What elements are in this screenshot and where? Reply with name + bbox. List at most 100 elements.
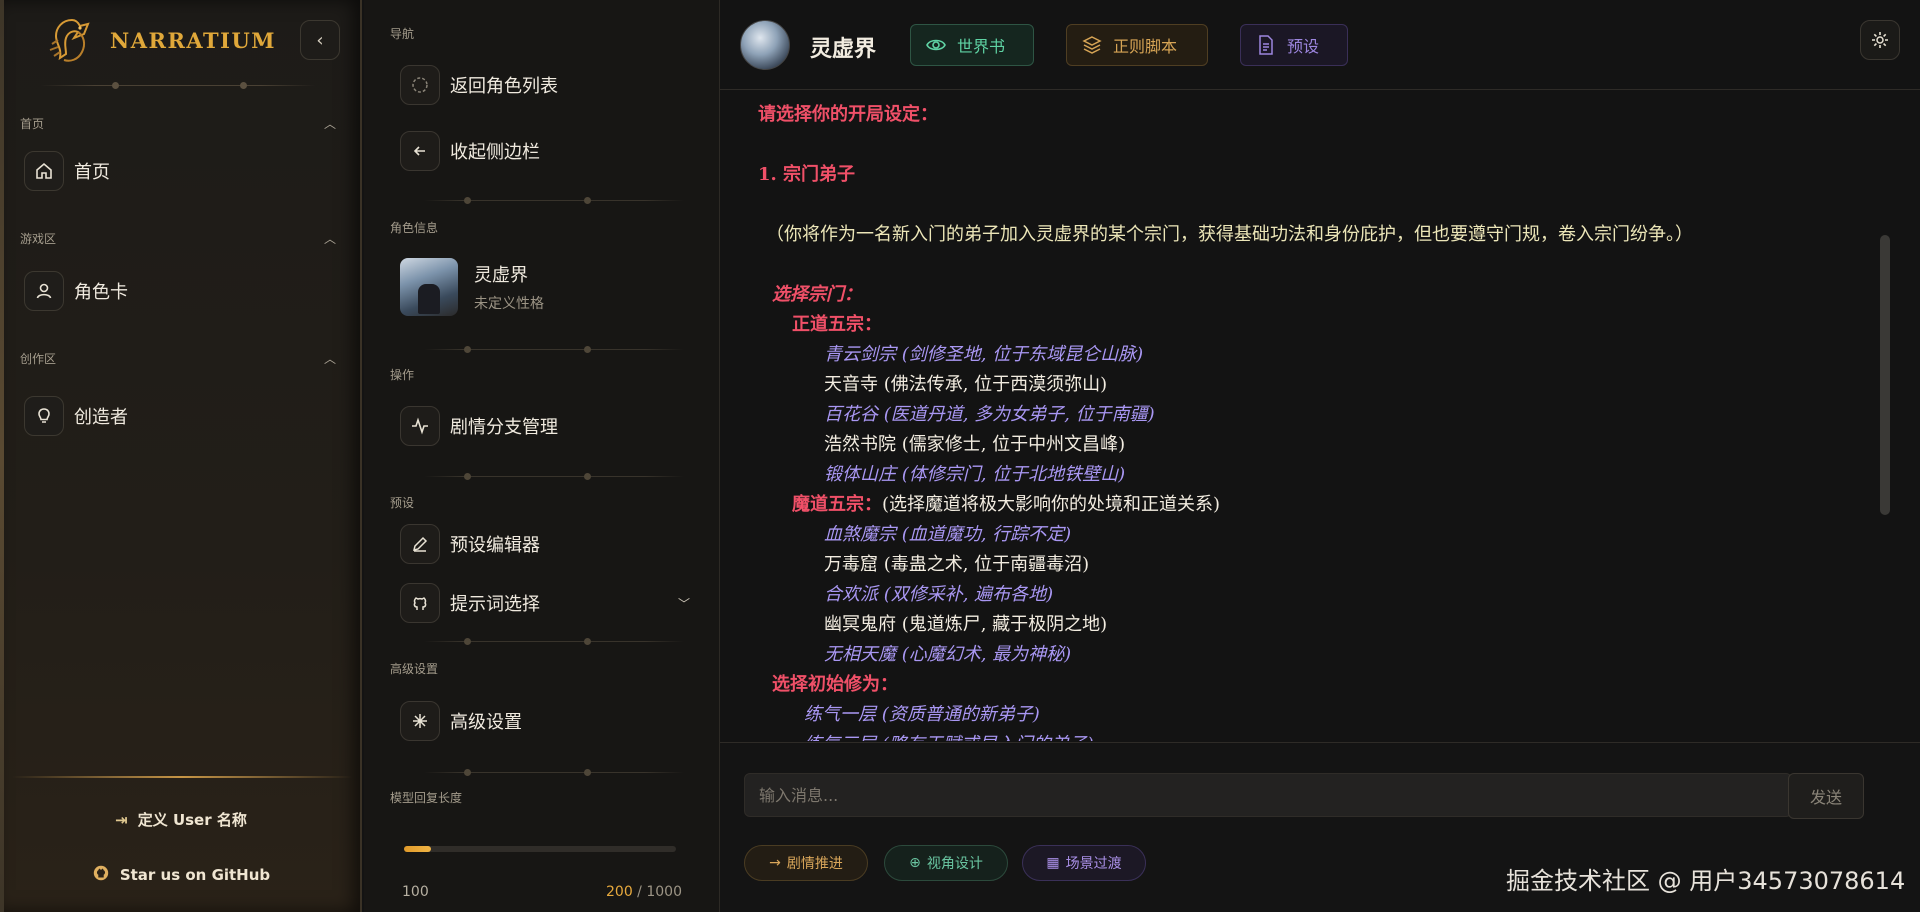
loading-spinner-icon — [400, 65, 440, 105]
section-title-nav: 导航 — [390, 27, 415, 41]
world-book-button[interactable]: 世界书 — [910, 24, 1034, 66]
message-line: 锻体山庄 (体修宗门, 位于北地铁壁山) — [824, 464, 1126, 485]
brand-logo[interactable]: Narratium — [44, 14, 276, 66]
prompt-select-label: 提示词选择 — [450, 594, 540, 615]
define-username-link[interactable]: ⇥ 定义 User 名称 — [0, 809, 362, 830]
github-label: Star us on GitHub — [119, 866, 271, 884]
nav-label: 创造者 — [74, 407, 128, 428]
chip-label: 场景过渡 — [1065, 856, 1122, 872]
pencil-icon — [400, 524, 440, 564]
preset-label: 预设 — [1287, 37, 1320, 56]
section-title-reply-length: 模型回复长度 — [390, 791, 463, 805]
collapse-sidebar-button[interactable]: ‹ — [300, 20, 340, 60]
message-line: 正道五宗： — [792, 314, 882, 335]
message-emphasis: 魔道五宗： — [792, 494, 882, 515]
gear-icon — [1872, 32, 1888, 48]
layers-icon — [1082, 36, 1102, 54]
perspective-design-chip[interactable]: ⊕ 视角设计 — [884, 845, 1008, 881]
slider-separator: / — [632, 884, 647, 900]
message-input[interactable] — [744, 773, 1792, 817]
activity-icon — [400, 406, 440, 446]
regex-script-button[interactable]: 正则脚本 — [1066, 24, 1208, 66]
message-line: 万毒窟 (毒蛊之术, 位于南疆毒沼) — [824, 554, 1090, 575]
section-title-character-info: 角色信息 — [390, 221, 439, 235]
message-line: 百花谷 (医道丹道, 多为女弟子, 位于南疆) — [824, 404, 1155, 425]
login-icon: ⇥ — [115, 810, 128, 829]
user-icon — [24, 271, 64, 311]
advanced-settings-button[interactable]: 高级设置 — [400, 701, 690, 741]
document-icon — [1259, 35, 1273, 55]
slider-current-value: 200 / 1000 — [602, 884, 682, 900]
story-branch-management-button[interactable]: 剧情分支管理 — [400, 406, 690, 446]
nav-label: 角色卡 — [74, 282, 128, 303]
brand-name: Narratium — [110, 27, 277, 53]
slider-fill — [404, 846, 432, 852]
nav-item-creator[interactable]: 创造者 — [24, 396, 128, 436]
github-star-link[interactable]: Star us on GitHub — [0, 864, 362, 886]
arrow-right-icon: → — [769, 855, 781, 871]
message-line: 练气三层 (略有天赋或早入门的弟子) — [804, 730, 1094, 741]
section-title: 游戏区 — [20, 232, 57, 246]
chat-scrollbar[interactable] — [1880, 235, 1890, 515]
section-title-preset: 预设 — [390, 496, 415, 510]
github-icon — [400, 583, 440, 623]
preset-editor-label: 预设编辑器 — [450, 535, 540, 556]
section-title-actions: 操作 — [390, 368, 415, 382]
chevron-up-icon: ︿ — [323, 117, 336, 131]
back-label: 返回角色列表 — [450, 76, 558, 97]
chip-label: 视角设计 — [926, 856, 983, 872]
slider-max-value: 1000 — [646, 884, 682, 900]
section-create[interactable]: 创作区 ︿ — [20, 350, 336, 367]
sparkle-icon — [400, 701, 440, 741]
branch-label: 剧情分支管理 — [450, 417, 558, 438]
advanced-label: 高级设置 — [450, 712, 522, 733]
chat-title: 灵虚界 — [810, 37, 877, 62]
plot-advance-chip[interactable]: → 剧情推进 — [744, 845, 868, 881]
character-card[interactable]: 灵虚界 未定义性格 — [400, 258, 544, 316]
message-line: 1. 宗门弟子 — [758, 164, 856, 185]
dragon-logo-icon — [49, 18, 90, 62]
chevron-up-icon: ︿ — [323, 352, 336, 366]
back-to-character-list-button[interactable]: 返回角色列表 — [400, 65, 690, 105]
message-line: 练气一层 (资质普通的新弟子) — [804, 704, 1040, 725]
scene-transition-chip[interactable]: ▦ 场景过渡 — [1022, 845, 1146, 881]
regex-script-label: 正则脚本 — [1113, 37, 1178, 56]
chevron-down-icon: ﹀ — [677, 596, 690, 611]
section-home[interactable]: 首页 ︿ — [20, 115, 336, 132]
collapse-sidebar-item[interactable]: 收起侧边栏 — [400, 131, 690, 171]
message-line: 浩然书院 (儒家修士, 位于中州文昌峰) — [824, 434, 1126, 455]
nav-item-character-cards[interactable]: 角色卡 — [24, 271, 128, 311]
eye-icon — [926, 39, 946, 51]
character-avatar[interactable] — [740, 20, 790, 70]
message-line: 选择宗门： — [772, 284, 862, 305]
chevron-up-icon: ︿ — [323, 232, 336, 246]
nav-item-home[interactable]: 首页 — [24, 151, 110, 191]
chat-message-area[interactable]: 请选择你的开局设定： 1. 宗门弟子 （你将作为一名新入门的弟子加入灵虚界的某个… — [720, 91, 1890, 741]
ornament-divider — [424, 769, 684, 776]
preset-button[interactable]: 预设 — [1240, 24, 1348, 66]
message-line: 选择初始修为： — [772, 674, 898, 695]
send-button[interactable]: 发送 — [1788, 773, 1864, 819]
slider-min-value: 100 — [402, 884, 429, 900]
settings-button[interactable] — [1860, 20, 1900, 60]
reply-length-slider[interactable] — [404, 846, 676, 852]
composer: 发送 → 剧情推进 ⊕ 视角设计 ▦ 场景过渡 掘金技术社区 @ 用户34573… — [720, 742, 1920, 912]
preset-editor-button[interactable]: 预设编辑器 — [400, 524, 690, 564]
gold-divider — [12, 776, 352, 778]
chip-label: 剧情推进 — [786, 856, 843, 872]
define-username-label: 定义 User 名称 — [137, 811, 247, 829]
collapse-label: 收起侧边栏 — [450, 142, 540, 163]
lightbulb-icon — [24, 396, 64, 436]
globe-icon: ⊕ — [909, 855, 921, 871]
message-line: 请选择你的开局设定： — [758, 104, 938, 125]
section-title-advanced: 高级设置 — [390, 662, 439, 676]
prompt-select-dropdown[interactable]: 提示词选择 ﹀ — [400, 583, 690, 623]
world-book-label: 世界书 — [957, 37, 1006, 56]
arrow-left-icon — [400, 131, 440, 171]
section-game[interactable]: 游戏区 ︿ — [20, 230, 336, 247]
section-title: 创作区 — [20, 352, 57, 366]
message-line: 青云剑宗 (剑修圣地, 位于东域昆仑山脉) — [824, 344, 1144, 365]
character-avatar — [400, 258, 458, 316]
message-line: 天音寺 (佛法传承, 位于西漠须弥山) — [824, 374, 1108, 395]
message-line: （你将作为一名新入门的弟子加入灵虚界的某个宗门，获得基础功法和身份庇护，但也要遵… — [766, 224, 1693, 245]
